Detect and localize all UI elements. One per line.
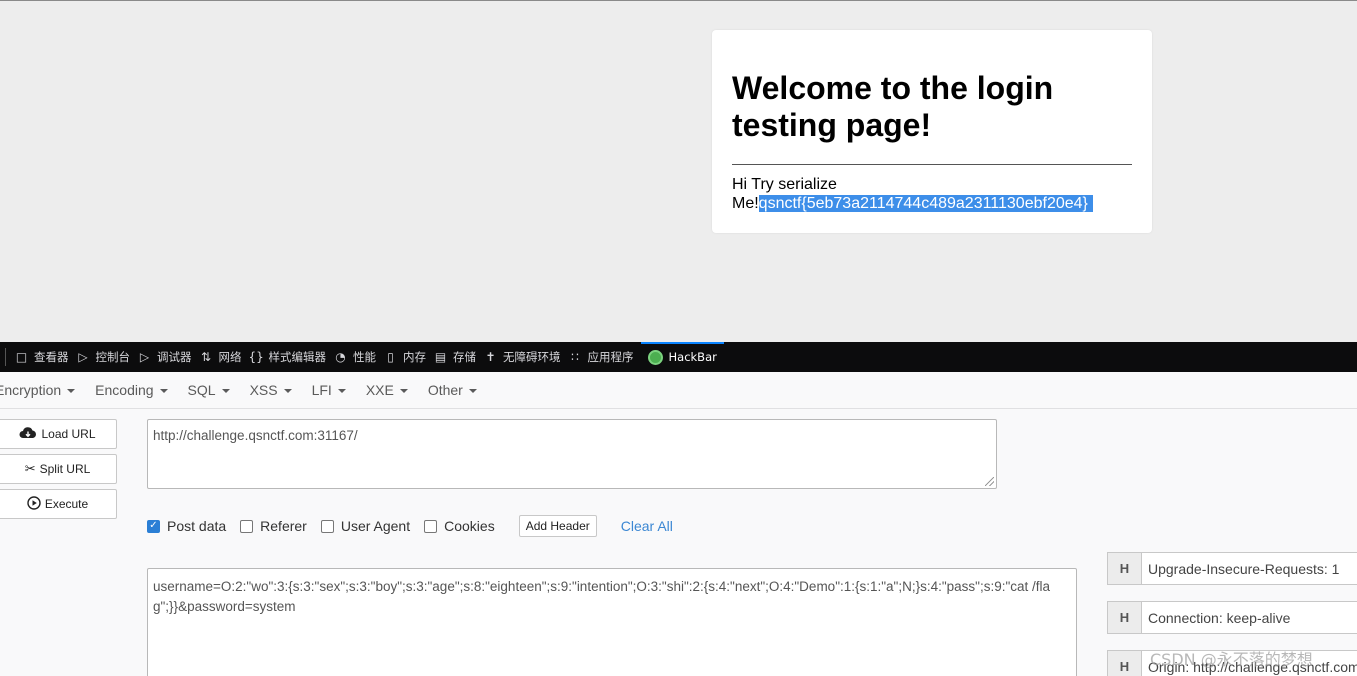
caret-down-icon: [399, 389, 408, 393]
menu-xss[interactable]: XSS: [250, 382, 292, 398]
flag-text-selected[interactable]: qsnctf{5eb73a2114744c489a2311130ebf20e4}: [758, 195, 1093, 212]
menu-encoding[interactable]: Encoding: [95, 382, 168, 398]
tab-network[interactable]: ⇅ 网络: [199, 342, 249, 372]
hackbar-logo-icon: [647, 349, 663, 365]
caret-down-icon: [337, 389, 346, 393]
menu-other[interactable]: Other: [428, 382, 477, 398]
resize-grip-icon[interactable]: [985, 477, 994, 486]
storage-icon: ▤: [434, 350, 447, 364]
hackbar-menu: Encryption Encoding SQL XSS LFI XXE Othe…: [0, 372, 1357, 409]
tab-performance[interactable]: ◔ 性能: [333, 342, 383, 372]
caret-down-icon: [159, 389, 168, 393]
performance-icon: ◔: [335, 350, 346, 364]
message-line-1: Hi Try serialize: [732, 176, 837, 193]
tab-accessibility[interactable]: ✝ 无障碍环境: [483, 342, 568, 372]
page-message: Hi Try serialize Me!qsnctf{5eb73a2114744…: [732, 175, 1132, 213]
caret-down-icon: [283, 389, 292, 393]
hackbar-panel: Encryption Encoding SQL XSS LFI XXE Othe…: [0, 372, 1357, 676]
tab-storage[interactable]: ▤ 存储: [433, 342, 483, 372]
debugger-icon: ▷: [139, 350, 150, 364]
referer-option[interactable]: Referer: [240, 518, 307, 534]
message-line-2-prefix: Me!: [732, 195, 759, 212]
tab-console[interactable]: ▷ 控制台: [76, 342, 138, 372]
clear-all-link[interactable]: Clear All: [621, 518, 673, 534]
cloud-download-icon: [19, 426, 37, 442]
url-value: http://challenge.qsnctf.com:31167/: [153, 428, 358, 443]
execute-button[interactable]: Execute: [0, 489, 117, 519]
user-agent-checkbox[interactable]: [320, 519, 334, 533]
split-url-button[interactable]: ✂ Split URL: [0, 454, 117, 484]
header-toggle-button[interactable]: H: [1107, 601, 1142, 634]
referer-checkbox[interactable]: [240, 519, 254, 533]
tab-application[interactable]: ∷ 应用程序: [568, 342, 641, 372]
caret-down-icon: [468, 389, 477, 393]
menu-sql[interactable]: SQL: [188, 382, 230, 398]
cookies-checkbox[interactable]: [424, 519, 438, 533]
post-data-checkbox[interactable]: ✓: [147, 519, 160, 533]
inspector-icon: □: [15, 350, 28, 364]
menu-lfi[interactable]: LFI: [312, 382, 346, 398]
user-agent-option[interactable]: User Agent: [320, 518, 410, 534]
toolbar-separator: [5, 348, 6, 366]
header-toggle-button[interactable]: H: [1107, 552, 1142, 585]
console-icon: ▷: [78, 350, 88, 364]
network-icon: ⇅: [200, 350, 212, 364]
header-row: H Connection: keep-alive: [1107, 601, 1357, 634]
devtools-tab-bar: □ 查看器 ▷ 控制台 ▷ 调试器 ⇅ 网络 {} 样式编辑器 ◔ 性能 ▯ 内…: [0, 342, 1357, 372]
post-data-value: username=O:2:"wo":3:{s:3:"sex";s:3:"boy"…: [153, 579, 1051, 614]
post-data-option[interactable]: ✓ Post data: [147, 518, 226, 534]
menu-xxe[interactable]: XXE: [366, 382, 408, 398]
request-options: ✓ Post data Referer User Agent Cookies A…: [147, 514, 673, 538]
caret-down-icon: [221, 389, 230, 393]
url-textarea[interactable]: http://challenge.qsnctf.com:31167/: [147, 419, 997, 489]
header-row: H Upgrade-Insecure-Requests: 1: [1107, 552, 1357, 585]
login-card: Welcome to the login testing page! Hi Tr…: [712, 30, 1152, 233]
header-toggle-button[interactable]: H: [1107, 650, 1142, 676]
web-page-viewport: Welcome to the login testing page! Hi Tr…: [0, 0, 1357, 342]
play-circle-icon: [27, 495, 41, 513]
header-value-field[interactable]: Upgrade-Insecure-Requests: 1: [1142, 552, 1357, 585]
accessibility-icon: ✝: [485, 350, 496, 364]
tab-inspector[interactable]: □ 查看器: [14, 342, 76, 372]
tab-style-editor[interactable]: {} 样式编辑器: [249, 342, 334, 372]
cookies-option[interactable]: Cookies: [424, 518, 495, 534]
page-heading: Welcome to the login testing page!: [732, 70, 1054, 143]
load-url-button[interactable]: Load URL: [0, 419, 117, 449]
watermark-text: CSDN @永不落的梦想: [1150, 650, 1313, 669]
memory-icon: ▯: [387, 350, 394, 364]
post-data-textarea[interactable]: username=O:2:"wo":3:{s:3:"sex";s:3:"boy"…: [147, 568, 1077, 676]
caret-down-icon: [67, 389, 76, 393]
scissors-icon: ✂: [24, 461, 36, 476]
add-header-button[interactable]: Add Header: [518, 515, 597, 537]
tab-memory[interactable]: ▯ 内存: [383, 342, 433, 372]
application-icon: ∷: [571, 350, 579, 364]
tab-debugger[interactable]: ▷ 调试器: [137, 342, 199, 372]
style-editor-icon: {}: [248, 350, 264, 364]
tab-hackbar[interactable]: HackBar: [640, 342, 725, 372]
menu-encryption[interactable]: Encryption: [0, 382, 76, 398]
heading-divider: [732, 164, 1132, 165]
header-value-field[interactable]: Connection: keep-alive: [1142, 601, 1357, 634]
